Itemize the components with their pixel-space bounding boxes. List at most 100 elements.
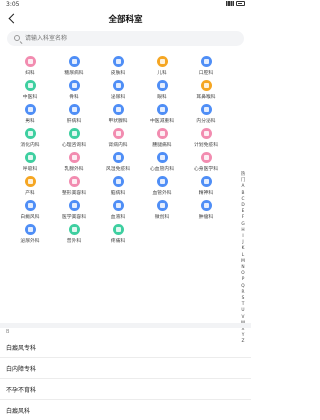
department-label: 眼科 <box>157 95 167 100</box>
department-label: 内分泌科 <box>196 119 216 124</box>
department-icon <box>24 80 36 91</box>
department-item[interactable]: 中医科 <box>8 80 52 101</box>
alphabet-index[interactable]: 热门ABCDEFGHIJKLMNOPQRSTUVWXYZ <box>239 172 247 346</box>
department-item[interactable]: 肝病科 <box>52 104 96 125</box>
status-time: 3:05 <box>6 1 20 8</box>
department-item[interactable]: 泌尿科 <box>96 80 140 101</box>
department-icon <box>200 200 212 211</box>
department-icon <box>200 152 212 163</box>
department-item[interactable]: 骨科 <box>52 80 96 101</box>
department-icon <box>68 104 80 115</box>
department-label: 肾病内科 <box>108 143 128 148</box>
department-label: 乳腺外科 <box>64 167 84 172</box>
department-item[interactable]: 心理咨询科 <box>52 128 96 149</box>
department-item[interactable]: 脑病科 <box>96 176 140 197</box>
department-label: 精神科 <box>198 191 214 196</box>
page-title: 全部科室 <box>108 15 143 25</box>
department-item[interactable]: 疼痛科 <box>96 224 140 245</box>
department-item[interactable]: 整形美容科 <box>52 176 96 197</box>
department-item[interactable]: 血管外科 <box>140 176 184 197</box>
department-item[interactable]: 儿科 <box>140 56 184 77</box>
department-item[interactable]: 普外科 <box>52 224 96 245</box>
department-item[interactable]: 中医减重科 <box>140 104 184 125</box>
department-icon <box>68 176 80 187</box>
department-item[interactable]: 内分泌科 <box>184 104 228 125</box>
department-label: 肝病科 <box>66 119 82 124</box>
department-item[interactable]: 腰腿痛科 <box>140 128 184 149</box>
department-item[interactable]: 甲状腺科 <box>96 104 140 125</box>
department-item[interactable]: 乳腺外科 <box>52 152 96 173</box>
department-label: 心血管内科 <box>150 167 174 172</box>
department-label: 皮肤科 <box>110 71 126 76</box>
department-item[interactable]: 泌尿外科 <box>8 224 52 245</box>
department-label: 脑病科 <box>110 191 126 196</box>
department-item[interactable]: 心身医学科 <box>184 152 228 173</box>
department-icon <box>24 128 36 139</box>
list-item[interactable]: 白内障专科 <box>0 358 251 379</box>
department-item[interactable]: 风湿免疫科 <box>96 152 140 173</box>
department-icon <box>112 56 124 67</box>
department-label: 风湿免疫科 <box>106 167 130 172</box>
department-item[interactable]: 耳鼻喉科 <box>184 80 228 101</box>
list-item[interactable]: 白癜风科 <box>0 400 251 420</box>
department-list: 白癜风专科 白内障专科 不孕不育科 白癜风科 <box>0 337 251 420</box>
department-label: 心身医学科 <box>194 167 218 172</box>
department-item[interactable]: 眼科 <box>140 80 184 101</box>
department-item[interactable]: 肿瘤科 <box>184 200 228 221</box>
list-item[interactable]: 白癜风专科 <box>0 337 251 358</box>
department-item[interactable]: 男科 <box>8 104 52 125</box>
department-icon <box>156 128 168 139</box>
search-icon <box>14 35 20 41</box>
department-item[interactable]: 精神科 <box>184 176 228 197</box>
department-icon <box>200 56 212 67</box>
department-item[interactable]: 妇科 <box>8 56 52 77</box>
department-item[interactable]: 心血管内科 <box>140 152 184 173</box>
department-item[interactable]: 白癜风科 <box>8 200 52 221</box>
section-divider <box>0 323 251 328</box>
department-label: 中医科 <box>22 95 38 100</box>
department-icon <box>68 200 80 211</box>
department-icon <box>24 104 36 115</box>
department-label: 男科 <box>25 119 35 124</box>
department-icon <box>68 80 80 91</box>
department-icon <box>112 80 124 91</box>
department-label: 中医减重科 <box>150 119 174 124</box>
department-item[interactable]: 微创科 <box>140 200 184 221</box>
department-item[interactable]: 消化内科 <box>8 128 52 149</box>
department-icon <box>156 80 168 91</box>
search-bar[interactable] <box>7 31 244 46</box>
department-item[interactable]: 计划免疫科 <box>184 128 228 149</box>
department-item[interactable]: 糖尿病科 <box>52 56 96 77</box>
department-label: 心理咨询科 <box>62 143 86 148</box>
department-label: 肿瘤科 <box>198 215 214 220</box>
department-label: 产科 <box>25 191 35 196</box>
department-item[interactable]: 肾病内科 <box>96 128 140 149</box>
department-label: 计划免疫科 <box>194 143 218 148</box>
department-label: 呼吸科 <box>22 167 38 172</box>
department-label: 血液科 <box>110 215 126 220</box>
department-label: 甲状腺科 <box>108 119 128 124</box>
department-label: 整形美容科 <box>62 191 86 196</box>
department-label: 糖尿病科 <box>64 71 84 76</box>
department-label: 泌尿外科 <box>20 239 40 244</box>
status-icons <box>226 1 245 6</box>
department-item[interactable]: 产科 <box>8 176 52 197</box>
department-label: 白癜风科 <box>20 215 40 220</box>
list-item[interactable]: 不孕不育科 <box>0 379 251 400</box>
section-letter: B <box>6 329 10 335</box>
department-icon <box>68 152 80 163</box>
department-item[interactable]: 血液科 <box>96 200 140 221</box>
search-input[interactable] <box>25 33 225 44</box>
department-icon <box>200 104 212 115</box>
department-item[interactable]: 呼吸科 <box>8 152 52 173</box>
department-icon <box>112 200 124 211</box>
department-icon <box>24 152 36 163</box>
department-icon <box>156 104 168 115</box>
department-item[interactable]: 口腔科 <box>184 56 228 77</box>
department-grid: 妇科 糖尿病科 皮肤科 儿科 口腔科中医科 骨科 泌尿科 眼科 耳鼻喉科男科 肝病科 甲状腺科 中医减… <box>8 56 228 245</box>
department-label: 腰腿痛科 <box>152 143 172 148</box>
department-icon <box>200 128 212 139</box>
department-item[interactable]: 医学美容科 <box>52 200 96 221</box>
department-label: 儿科 <box>157 71 167 76</box>
department-item[interactable]: 皮肤科 <box>96 56 140 77</box>
